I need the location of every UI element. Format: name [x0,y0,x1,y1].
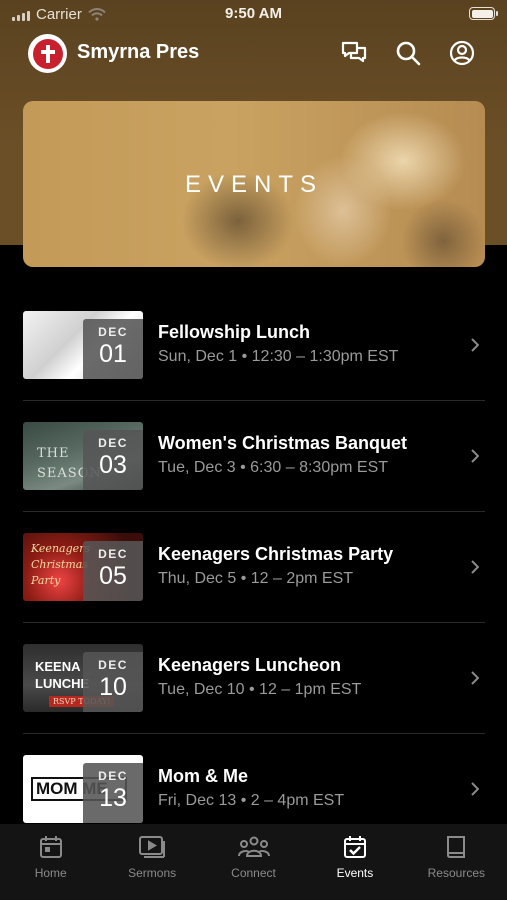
date-day: 13 [99,784,127,812]
date-day: 10 [99,673,127,701]
events-banner: EVENTS [23,101,485,267]
app-title: Smyrna Pres [77,41,200,63]
chevron-right-icon [471,671,479,685]
battery-icon [469,7,498,20]
date-month: DEC [98,769,128,783]
event-thumbnail: MOM ME DEC 13 [23,755,143,823]
event-thumbnail: Keenagers Christmas Party DEC 05 [23,533,143,601]
event-row[interactable]: Keenagers Christmas Party DEC 05 Keenage… [0,512,507,623]
search-icon[interactable] [393,38,423,68]
date-month: DEC [98,547,128,561]
tab-bar: Home Sermons Connect Events Resources [0,824,507,900]
event-datetime: Tue, Dec 3 • 6:30 – 8:30pm EST [158,459,389,476]
profile-icon[interactable] [447,38,477,68]
event-thumbnail: KEENA LUNCHE RSVP TODAY! DEC 10 [23,644,143,712]
tab-label: Resources [427,866,485,880]
thumbnail-text: Keenagers Christmas Party [31,542,91,587]
event-row[interactable]: KEENA LUNCHE RSVP TODAY! DEC 10 Keenager… [0,623,507,734]
event-datetime: Thu, Dec 5 • 12 – 2pm EST [158,570,354,587]
tab-label: Sermons [128,866,177,880]
book-icon [447,836,466,858]
tab-sermons[interactable]: Sermons [101,824,202,900]
tab-home[interactable]: Home [0,824,101,900]
church-logo[interactable] [28,34,67,73]
event-thumbnail: THE SEASON DEC 03 [23,422,143,490]
date-month: DEC [98,658,128,672]
date-month: DEC [98,325,128,339]
event-thumbnail: DEC 01 [23,311,143,379]
status-bar: Carrier 9:50 AM [0,0,507,30]
status-time: 9:50 AM [225,5,282,22]
event-title: Keenagers Christmas Party [158,544,394,564]
tab-label: Home [34,866,67,880]
chevron-right-icon [471,782,479,796]
date-badge: DEC 05 [83,541,143,601]
event-datetime: Tue, Dec 10 • 12 – 1pm EST [158,681,362,698]
date-badge: DEC 13 [83,763,143,823]
date-badge: DEC 01 [83,319,143,379]
event-row[interactable]: DEC 01 Fellowship Lunch Sun, Dec 1 • 12:… [0,290,507,401]
chevron-right-icon [471,449,479,463]
chat-icon[interactable] [339,38,369,68]
people-icon [237,836,270,857]
event-title: Women's Christmas Banquet [158,433,407,453]
event-title: Keenagers Luncheon [158,655,342,675]
event-list: DEC 01 Fellowship Lunch Sun, Dec 1 • 12:… [0,290,507,845]
event-title: Mom & Me [158,766,248,786]
date-day: 03 [99,451,127,479]
banner-title: EVENTS [184,171,324,198]
chevron-right-icon [471,338,479,352]
app-bar: Smyrna Pres [0,32,507,76]
calendar-icon [39,836,62,858]
chevron-right-icon [471,560,479,574]
event-datetime: Fri, Dec 13 • 2 – 4pm EST [158,792,345,809]
play-icon [139,836,166,858]
event-datetime: Sun, Dec 1 • 12:30 – 1:30pm EST [158,348,399,365]
tab-connect[interactable]: Connect [203,824,304,900]
event-row[interactable]: THE SEASON DEC 03 Women's Christmas Banq… [0,401,507,512]
tab-resources[interactable]: Resources [406,824,507,900]
date-badge: DEC 03 [83,430,143,490]
calendar-check-icon [343,836,366,858]
date-badge: DEC 10 [83,652,143,712]
event-title: Fellowship Lunch [158,322,310,342]
tab-label: Connect [231,866,276,880]
date-month: DEC [98,436,128,450]
tab-events[interactable]: Events [304,824,405,900]
tab-label: Events [336,866,374,880]
date-day: 05 [99,562,127,590]
date-day: 01 [99,340,127,368]
